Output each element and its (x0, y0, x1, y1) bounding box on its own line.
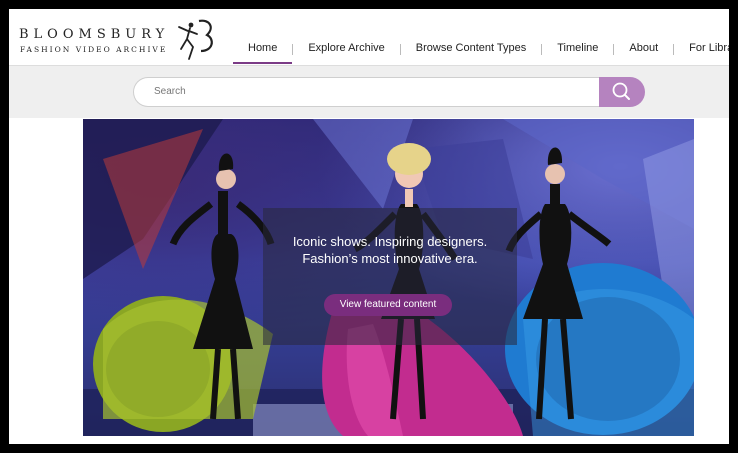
search-input[interactable] (152, 85, 576, 98)
site-logo[interactable]: BLOOMSBURY FASHION VIDEO ARCHIVE (19, 17, 219, 61)
search-field-wrapper (133, 77, 600, 107)
nav-item-for-librarians[interactable]: For Librarians (674, 35, 729, 64)
hero-banner: Iconic shows. Inspiring designers. Fashi… (83, 119, 694, 436)
search-button[interactable] (599, 77, 645, 107)
nav-item-about[interactable]: About (614, 35, 673, 64)
hero-headline: Iconic shows. Inspiring designers. Fashi… (263, 233, 517, 267)
logo-brand-text: BLOOMSBURY (19, 27, 170, 42)
browser-viewport: BLOOMSBURY FASHION VIDEO ARCHIVE Home Ex… (9, 9, 729, 444)
search-bar (9, 65, 729, 118)
main-navigation: Home Explore Archive Browse Content Type… (233, 35, 729, 65)
site-header: BLOOMSBURY FASHION VIDEO ARCHIVE Home Ex… (9, 9, 729, 65)
hero-headline-line-1: Iconic shows. Inspiring designers. (292, 234, 488, 249)
nav-item-home[interactable]: Home (233, 35, 293, 64)
hero-headline-line-2: Fashion’s most innovative era. (302, 251, 478, 266)
page-bottom-edge (9, 436, 729, 444)
dancer-figure-icon (178, 19, 213, 60)
view-featured-content-button[interactable]: View featured content (324, 294, 452, 316)
logo-subtitle-text: FASHION VIDEO ARCHIVE (20, 45, 168, 54)
hero-overlay-panel: Iconic shows. Inspiring designers. Fashi… (263, 208, 517, 345)
search-icon (612, 82, 630, 100)
nav-item-explore-archive[interactable]: Explore Archive (293, 35, 399, 64)
nav-item-timeline[interactable]: Timeline (542, 35, 613, 64)
nav-item-browse-content-types[interactable]: Browse Content Types (401, 35, 541, 64)
